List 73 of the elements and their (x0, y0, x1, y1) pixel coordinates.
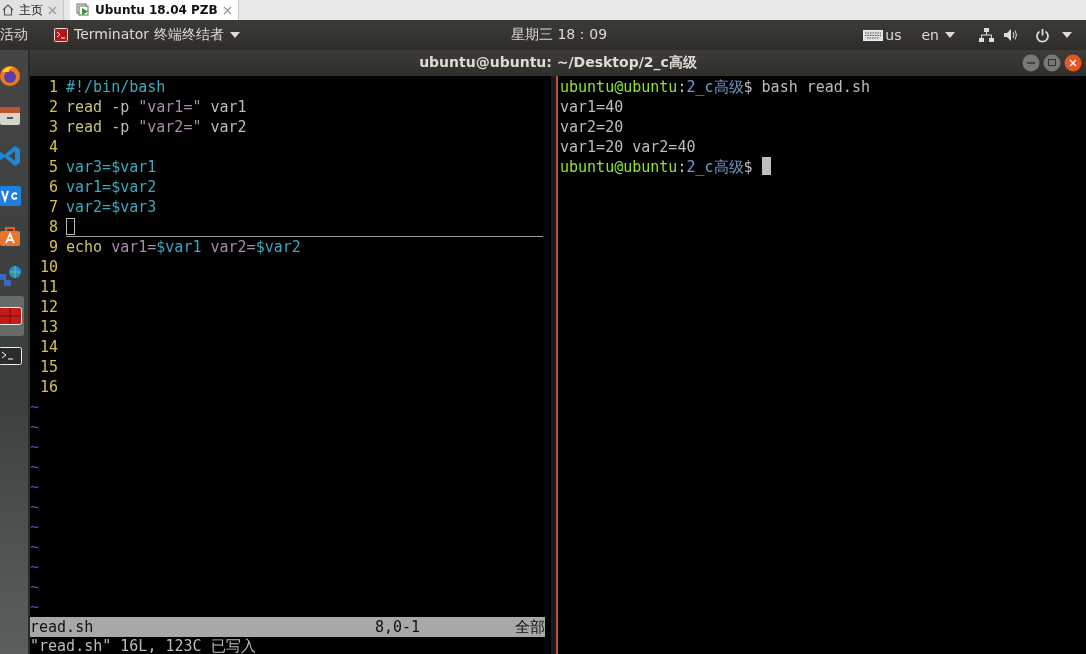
line-number: 1 (47, 77, 59, 97)
keyboard-layout[interactable]: us (885, 27, 902, 43)
close-icon[interactable] (222, 5, 232, 15)
remote-desktop-icon (0, 184, 22, 208)
line-number: 7 (47, 197, 59, 217)
app-menu[interactable]: Terminator 终端终结者 (74, 26, 224, 44)
terminal-grid-icon (0, 307, 22, 325)
line-number: 16 (38, 377, 59, 397)
power-icon[interactable] (1035, 27, 1050, 43)
line-number: 8 (47, 217, 59, 237)
line-number: 14 (38, 337, 59, 357)
code-line: var1=$var2 (66, 177, 157, 197)
caret-icon[interactable] (229, 32, 240, 38)
empty-line-marker: ~ (30, 418, 40, 436)
shopping-bag-icon (0, 224, 22, 248)
line-number: 12 (38, 297, 59, 317)
line-number: 15 (38, 357, 59, 377)
home-icon (2, 4, 14, 16)
line-number: 11 (38, 277, 59, 297)
language-menu[interactable]: en (921, 27, 939, 43)
line-number: 9 (47, 237, 59, 257)
file-name: read.sh (30, 617, 94, 637)
empty-line-marker: ~ (30, 598, 40, 616)
browser-tab[interactable]: Ubuntu 18.04 PZB (70, 0, 239, 20)
line-number: 13 (38, 317, 59, 337)
text-cursor (66, 218, 75, 235)
empty-line-marker: ~ (30, 558, 40, 576)
virtual-machine-icon (76, 3, 90, 17)
line-number: 5 (47, 157, 59, 177)
keyboard-icon[interactable] (863, 29, 884, 41)
caret-icon[interactable] (945, 32, 955, 38)
activities-button[interactable]: 活动 (0, 26, 28, 44)
code-line: #!/bin/bash (66, 77, 166, 97)
terminal-line: var2=20 (560, 117, 624, 137)
empty-line-marker: ~ (30, 478, 40, 496)
code-line: echo var1=$var1 var2=$var2 (66, 237, 301, 257)
network-globe-icon (0, 264, 22, 288)
network-icon[interactable] (979, 28, 994, 42)
firefox-icon (0, 64, 22, 88)
code-line: var2=$var3 (66, 197, 157, 217)
line-number: 6 (47, 177, 59, 197)
code-line: read -p "var1=" var1 (66, 97, 247, 117)
empty-line-marker: ~ (30, 438, 40, 456)
minimize-button[interactable] (1022, 54, 1040, 72)
empty-line-marker: ~ (30, 398, 40, 416)
terminal-line: ubuntu@ubuntu:2_c高级$ (560, 157, 754, 177)
terminal-line: ubuntu@ubuntu:2_c高级$ bash read.sh (560, 77, 870, 97)
terminal-app-icon (54, 28, 68, 42)
volume-icon[interactable] (1004, 28, 1019, 42)
clock[interactable]: 星期三 18：09 (511, 26, 608, 44)
empty-line-marker: ~ (30, 578, 40, 596)
line-number: 3 (47, 117, 59, 137)
close-button[interactable] (1064, 54, 1082, 72)
line-number: 2 (47, 97, 59, 117)
empty-line-marker: ~ (30, 538, 40, 556)
empty-line-marker: ~ (30, 458, 40, 476)
cursor-position: 8,0-1 (375, 617, 422, 637)
terminal-line: var1=40 (560, 97, 624, 117)
terminal-line: var1=20 var2=40 (560, 137, 696, 157)
code-line: read -p "var2=" var2 (66, 117, 247, 137)
line-number: 4 (47, 137, 59, 157)
message-line: "read.sh" 16L, 123C 已写入 (30, 637, 256, 654)
empty-line-marker: ~ (30, 518, 40, 536)
file-cabinet-icon (0, 104, 22, 128)
line-number: 10 (38, 257, 59, 277)
code-line: var3=$var1 (66, 157, 157, 177)
browser-tab[interactable]: 主页 (0, 0, 64, 20)
empty-line-marker: ~ (30, 498, 40, 516)
caret-icon[interactable] (1062, 32, 1072, 38)
window-title: ubuntu@ubuntu: ~/Desktop/2_c高级 (419, 54, 697, 72)
code-editor-icon (0, 144, 22, 168)
dock-item[interactable] (0, 296, 24, 336)
scroll-position: 全部 (515, 617, 545, 637)
